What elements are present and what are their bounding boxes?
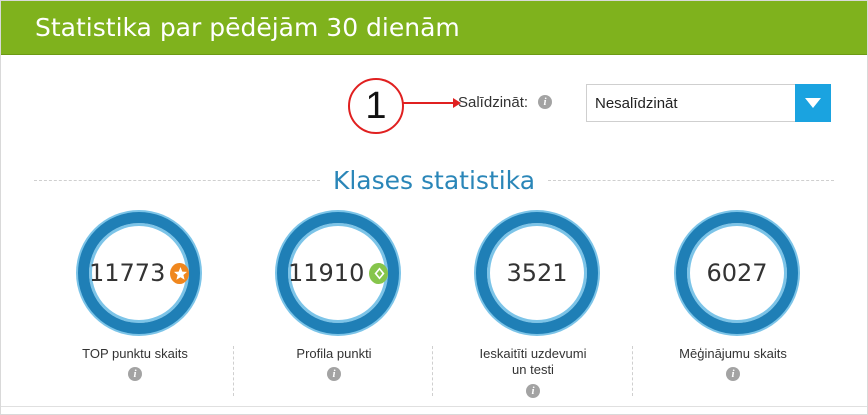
- compare-select[interactable]: Nesalīdzināt: [586, 84, 831, 122]
- compare-select-value: Nesalīdzināt: [595, 95, 678, 112]
- callout-marker: 1: [348, 78, 404, 134]
- stat-value: 3521: [506, 259, 568, 287]
- section-title: Klases statistika: [332, 166, 536, 195]
- stat-value: 6027: [706, 259, 768, 287]
- stat-label: Mēģinājumu skaits: [679, 346, 787, 361]
- stat-info-icon[interactable]: i: [128, 367, 142, 381]
- star-badge-icon: [170, 262, 189, 284]
- stat-ring: 6027: [676, 212, 798, 334]
- stat-completed-tasks: 3521 Ieskaitīti uzdevumi un testi i: [433, 212, 633, 398]
- stat-ring: 3521: [476, 212, 598, 334]
- stat-info-icon[interactable]: i: [726, 367, 740, 381]
- stat-label: Ieskaitīti uzdevumi un testi: [479, 346, 587, 377]
- stat-info-icon[interactable]: i: [327, 367, 341, 381]
- dropdown-toggle-button[interactable]: [795, 84, 831, 122]
- stat-info-icon[interactable]: i: [526, 384, 540, 398]
- panel-header: Statistika par pēdējām 30 dienām: [1, 1, 867, 55]
- stat-value: 11773: [89, 259, 166, 287]
- diamond-badge-icon: [369, 262, 388, 284]
- compare-label: Salīdzināt:: [458, 94, 529, 111]
- caret-down-icon: [805, 98, 821, 108]
- callout-number: 1: [365, 85, 387, 127]
- stat-ring: 11910: [277, 212, 399, 334]
- panel-title: Statistika par pēdējām 30 dienām: [35, 13, 460, 42]
- stat-label: TOP punktu skaits: [82, 346, 188, 361]
- panel-bottom-border: [1, 406, 867, 407]
- stat-value: 11910: [288, 259, 365, 287]
- stat-ring: 11773: [78, 212, 200, 334]
- stat-top-points: 11773 TOP punktu skaits i: [35, 212, 235, 392]
- stat-attempts: 6027 Mēģinājumu skaits i: [633, 212, 833, 392]
- compare-info-icon[interactable]: i: [538, 95, 552, 109]
- stat-label: Profila punkti: [296, 346, 372, 361]
- stat-profile-points: 11910 Profila punkti i: [234, 212, 434, 392]
